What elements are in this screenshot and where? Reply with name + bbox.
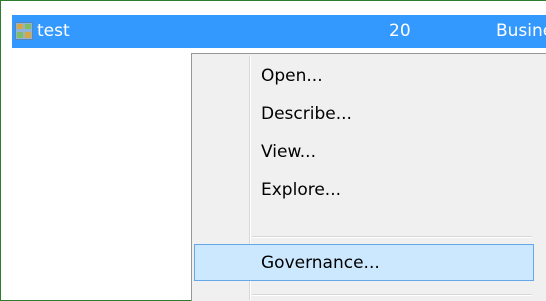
menu-item-label: View... (261, 142, 316, 162)
menu-item-label: Describe... (261, 104, 352, 124)
menu-item-governance[interactable]: Governance... (194, 244, 534, 281)
row-type: Business (496, 21, 546, 41)
menu-item-explore[interactable]: Explore... (194, 171, 534, 208)
menu-item-view[interactable]: View... (194, 133, 534, 170)
menu-separator-highlight (252, 237, 532, 238)
menu-item-label: Governance... (261, 253, 380, 273)
context-menu: Open... Describe... View... Explore... G… (191, 53, 546, 301)
menu-item-describe[interactable]: Describe... (194, 95, 534, 132)
menu-item-label: Open... (261, 66, 323, 86)
row-count: 20 (389, 21, 411, 41)
menu-item-label: Explore... (261, 180, 342, 200)
menu-item-open[interactable]: Open... (194, 57, 534, 94)
table-icon (15, 22, 33, 40)
table-row[interactable]: test 20 Business (12, 15, 546, 48)
row-name: test (37, 21, 70, 41)
menu-separator-highlight (252, 295, 532, 296)
